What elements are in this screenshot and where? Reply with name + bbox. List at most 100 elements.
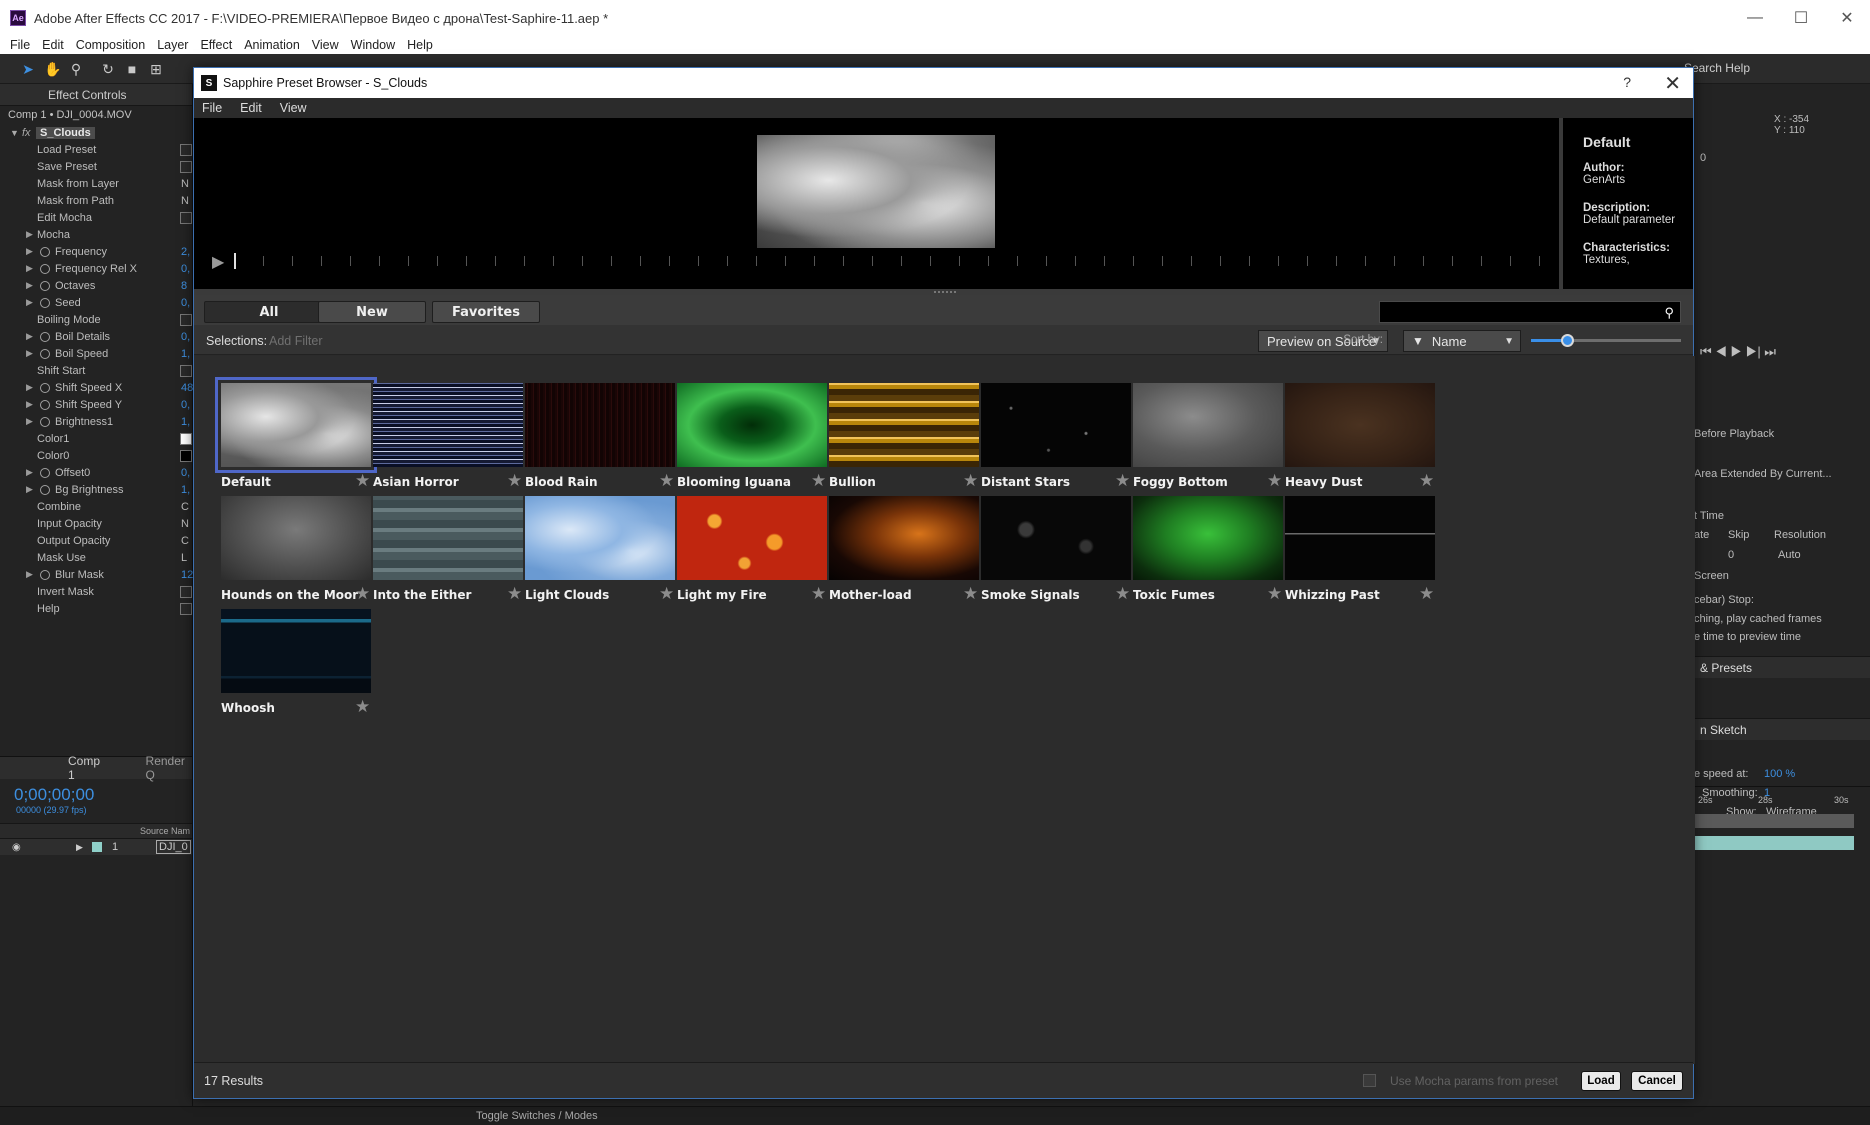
expand-triangle-icon[interactable]: ▼ [10, 128, 19, 138]
preset-thumbnail[interactable] [1133, 496, 1283, 580]
menu-composition[interactable]: Composition [76, 38, 145, 52]
stopwatch-icon[interactable] [40, 263, 50, 274]
minimize-icon[interactable]: — [1732, 0, 1778, 36]
preview-time-option[interactable]: e time to preview time [1694, 631, 1801, 643]
favorite-star-icon[interactable]: ★ [355, 584, 370, 604]
hand-tool-icon[interactable]: ✋ [44, 61, 61, 77]
effect-param-row[interactable]: ▶ Shift Speed X 48 [0, 379, 193, 396]
sort-dropdown[interactable]: ▼ Name ▼ [1403, 330, 1521, 352]
favorite-star-icon[interactable]: ★ [507, 584, 522, 604]
filter-new-button[interactable]: New [318, 301, 426, 323]
preset-tile[interactable]: Heavy Dust ★ [1285, 383, 1445, 498]
close-icon[interactable]: ✕ [1824, 0, 1870, 36]
effect-param-row[interactable]: Combine C [0, 498, 192, 515]
effect-param-row[interactable]: ▶ Mocha [0, 226, 192, 243]
layer-expand-icon[interactable]: ▶ [76, 842, 83, 853]
selection-tool-icon[interactable]: ➤ [20, 61, 36, 77]
menu-effect[interactable]: Effect [200, 38, 232, 52]
preset-thumbnail[interactable] [221, 383, 371, 467]
effect-param-row[interactable]: ▶ Offset0 0, [0, 464, 192, 481]
effect-param-row[interactable]: Output Opacity C [0, 532, 192, 549]
rotate-tool-icon[interactable]: ↻ [100, 61, 116, 77]
tab-comp1[interactable]: Comp 1 [68, 754, 106, 782]
effect-param-row[interactable]: Help [0, 600, 192, 617]
stopwatch-icon[interactable] [40, 382, 50, 393]
preset-thumbnail[interactable] [829, 383, 979, 467]
preset-thumbnail[interactable] [1133, 383, 1283, 467]
preset-tile[interactable]: Light Clouds ★ [525, 496, 685, 611]
favorite-star-icon[interactable]: ★ [811, 471, 826, 491]
dialog-menu-file[interactable]: File [202, 101, 222, 115]
effect-param-value[interactable]: 0, [181, 263, 190, 275]
effect-param-row[interactable]: ▶ Shift Speed Y 0, [0, 396, 192, 413]
param-control-box[interactable] [180, 143, 192, 156]
visibility-eye-icon[interactable]: ◉ [12, 842, 21, 853]
tab-render-queue[interactable]: Render Q [146, 754, 192, 782]
sketch-header[interactable]: n Sketch [1694, 718, 1870, 740]
favorite-star-icon[interactable]: ★ [355, 697, 370, 717]
param-control-box[interactable] [180, 602, 192, 615]
expand-triangle-icon[interactable]: ▶ [26, 229, 33, 240]
preset-tile[interactable]: Distant Stars ★ [981, 383, 1141, 498]
menu-help[interactable]: Help [407, 38, 433, 52]
favorite-star-icon[interactable]: ★ [811, 584, 826, 604]
mocha-params-checkbox[interactable] [1363, 1074, 1376, 1087]
filter-favorites-button[interactable]: Favorites [432, 301, 540, 323]
effect-param-row[interactable]: Mask from Layer N [0, 175, 192, 192]
maximize-icon[interactable]: ☐ [1778, 0, 1824, 36]
camera-tool-icon[interactable]: ■ [124, 61, 140, 77]
preset-tile[interactable]: Whizzing Past ★ [1285, 496, 1445, 611]
dialog-menu-edit[interactable]: Edit [240, 101, 262, 115]
preset-thumbnail[interactable] [221, 496, 371, 580]
before-playback[interactable]: Before Playback [1694, 428, 1774, 440]
effect-param-row[interactable]: ▶ Octaves 8 [0, 277, 192, 294]
menu-file[interactable]: File [10, 38, 30, 52]
expand-triangle-icon[interactable]: ▶ [26, 348, 33, 359]
stopwatch-icon[interactable] [40, 416, 50, 427]
preset-tile[interactable]: Foggy Bottom ★ [1133, 383, 1293, 498]
full-screen-option[interactable]: Screen [1694, 570, 1729, 582]
menu-animation[interactable]: Animation [244, 38, 300, 52]
scrubber-cursor[interactable] [234, 253, 236, 269]
effect-param-value[interactable]: 48 [181, 382, 193, 394]
preset-thumbnail[interactable] [525, 383, 675, 467]
effect-param-dropdown[interactable]: C [181, 535, 189, 547]
preset-tile[interactable]: Smoke Signals ★ [981, 496, 1141, 611]
effects-presets-header[interactable]: & Presets [1694, 656, 1870, 678]
preset-tile[interactable]: Default ★ [215, 377, 381, 498]
stopwatch-icon[interactable] [40, 348, 50, 359]
effect-param-row[interactable]: Mask Use L [0, 549, 192, 566]
favorite-star-icon[interactable]: ★ [1267, 584, 1282, 604]
effect-param-dropdown[interactable]: N [181, 518, 189, 530]
cancel-button[interactable]: Cancel [1631, 1071, 1683, 1091]
effect-param-value[interactable]: 1, [181, 416, 190, 428]
preset-thumbnail[interactable] [981, 496, 1131, 580]
preset-thumbnail[interactable] [1285, 383, 1435, 467]
expand-triangle-icon[interactable]: ▶ [26, 263, 33, 274]
preset-tile[interactable]: Mother-load ★ [829, 496, 989, 611]
effect-param-row[interactable]: ▶ Boil Details 0, [0, 328, 192, 345]
param-control-box[interactable] [180, 313, 192, 326]
preset-tile[interactable]: Into the Either ★ [373, 496, 533, 611]
effect-param-row[interactable]: Mask from Path N [0, 192, 192, 209]
effect-param-value[interactable]: 12 [181, 569, 193, 581]
dialog-menu-view[interactable]: View [280, 101, 307, 115]
favorite-star-icon[interactable]: ★ [1419, 471, 1434, 491]
param-control-box[interactable] [180, 160, 192, 173]
effect-param-value[interactable]: 0, [181, 399, 190, 411]
preset-tile[interactable]: Toxic Fumes ★ [1133, 496, 1293, 611]
layer-row[interactable]: ◉ ▶ 1 DJI_0 [0, 839, 192, 855]
stopwatch-icon[interactable] [40, 484, 50, 495]
layer-duration-bar[interactable] [1694, 836, 1854, 850]
source-name-column[interactable]: Source Nam [140, 826, 190, 836]
filter-all-button[interactable]: All [204, 301, 334, 323]
preset-thumbnail[interactable] [525, 496, 675, 580]
effect-param-value[interactable]: 0, [181, 331, 190, 343]
preset-tile[interactable]: Asian Horror ★ [373, 383, 533, 498]
menu-edit[interactable]: Edit [42, 38, 64, 52]
work-area-bar[interactable] [1694, 814, 1854, 828]
effect-param-row[interactable]: Color0 [0, 447, 192, 464]
effect-param-value[interactable]: 1, [181, 484, 190, 496]
color-swatch[interactable] [180, 449, 192, 462]
preset-thumbnail[interactable] [1285, 496, 1435, 580]
